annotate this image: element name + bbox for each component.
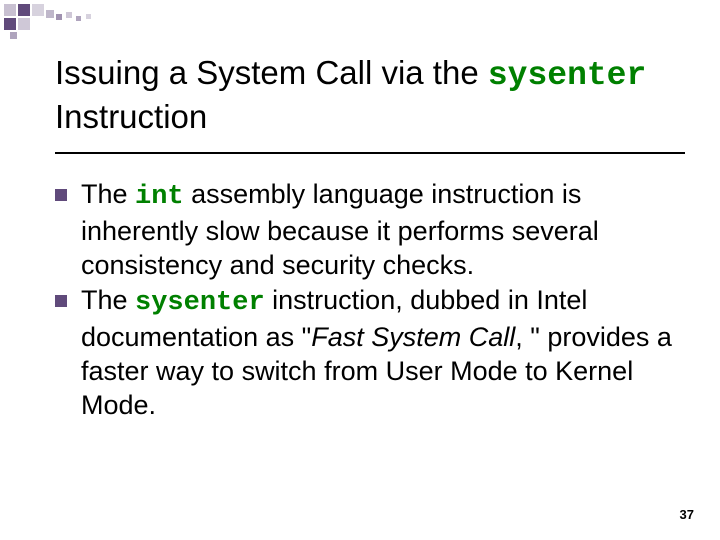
bullet-icon [55,189,67,201]
text-seg: The [81,179,135,209]
title-underline [55,152,685,154]
list-item: The int assembly language instruction is… [55,178,680,282]
code-seg: sysenter [135,288,265,318]
code-seg: int [135,182,184,212]
list-item: The sysenter instruction, dubbed in Inte… [55,284,680,422]
title-code: sysenter [488,57,646,94]
corner-decoration [0,0,130,40]
slide-body: The int assembly language instruction is… [55,178,680,424]
bullet-text: The int assembly language instruction is… [81,178,680,282]
slide-title: Issuing a System Call via the sysenter I… [55,52,680,138]
title-post: Instruction [55,98,207,135]
text-seg: The [81,285,135,315]
italic-seg: Fast System Call [311,322,515,352]
bullet-text: The sysenter instruction, dubbed in Inte… [81,284,680,422]
title-pre: Issuing a System Call via the [55,54,488,91]
page-number: 37 [680,507,694,522]
bullet-icon [55,295,67,307]
